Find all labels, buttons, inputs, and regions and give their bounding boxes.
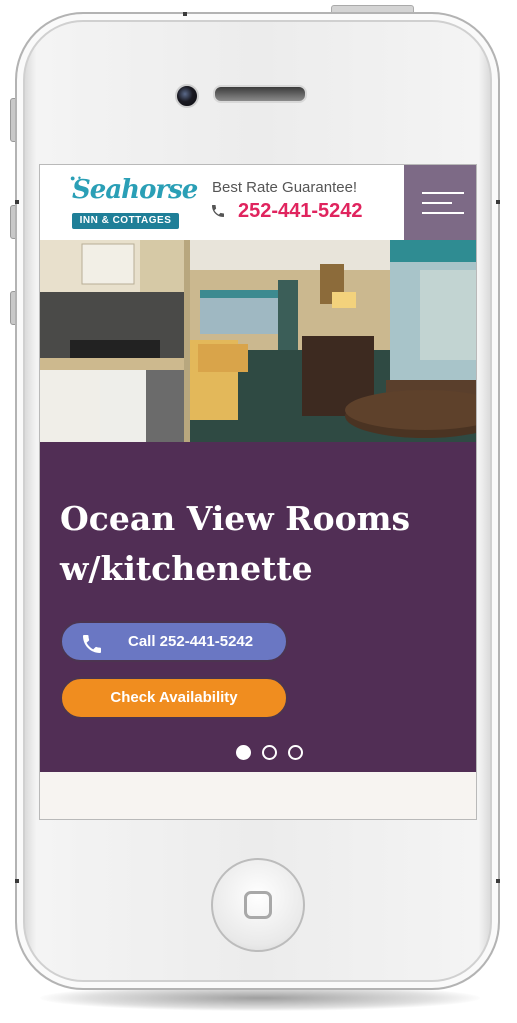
phone-number-link[interactable]: 252-441-5242: [238, 200, 363, 223]
antenna-band: [15, 200, 19, 204]
home-button[interactable]: [211, 858, 305, 952]
call-button[interactable]: Call 252-441-5242: [60, 621, 288, 662]
phone-screen: ● • Seahorse INN & COTTAGES Best Rate Gu…: [39, 164, 477, 820]
site-header: ● • Seahorse INN & COTTAGES Best Rate Gu…: [40, 165, 476, 240]
slide-dot-2[interactable]: [262, 745, 277, 760]
hero-title: Ocean View Rooms w/kitchenette: [60, 499, 411, 588]
hero-slide: Ocean View Rooms w/kitchenette Call 252-…: [40, 442, 476, 772]
page-body: [40, 772, 476, 819]
home-square-icon: [244, 891, 272, 919]
call-button-label: Call 252-441-5242: [128, 633, 254, 650]
room-photo: [40, 240, 476, 442]
antenna-band: [15, 879, 19, 883]
seahorse-logo[interactable]: ● • Seahorse INN & COTTAGES: [66, 173, 198, 233]
slide-dot-1[interactable]: [236, 745, 251, 760]
logo-wordmark: Seahorse: [72, 175, 198, 205]
antenna-band: [496, 200, 500, 204]
hamburger-menu-icon: [422, 202, 452, 204]
slider-pagination: [236, 745, 306, 761]
phone-icon: [83, 635, 101, 653]
check-availability-button[interactable]: Check Availability: [60, 677, 288, 719]
hamburger-menu-icon: [422, 212, 464, 214]
hamburger-menu-icon: [422, 192, 464, 194]
earpiece-speaker: [213, 85, 307, 103]
antenna-band: [183, 12, 187, 16]
rate-guarantee-text: Best Rate Guarantee!: [212, 179, 358, 196]
hamburger-menu-button[interactable]: [404, 165, 476, 240]
phone-icon: [212, 205, 224, 217]
front-camera: [175, 84, 199, 108]
antenna-band: [496, 879, 500, 883]
logo-subtitle: INN & COTTAGES: [72, 213, 179, 229]
slide-dot-3[interactable]: [288, 745, 303, 760]
